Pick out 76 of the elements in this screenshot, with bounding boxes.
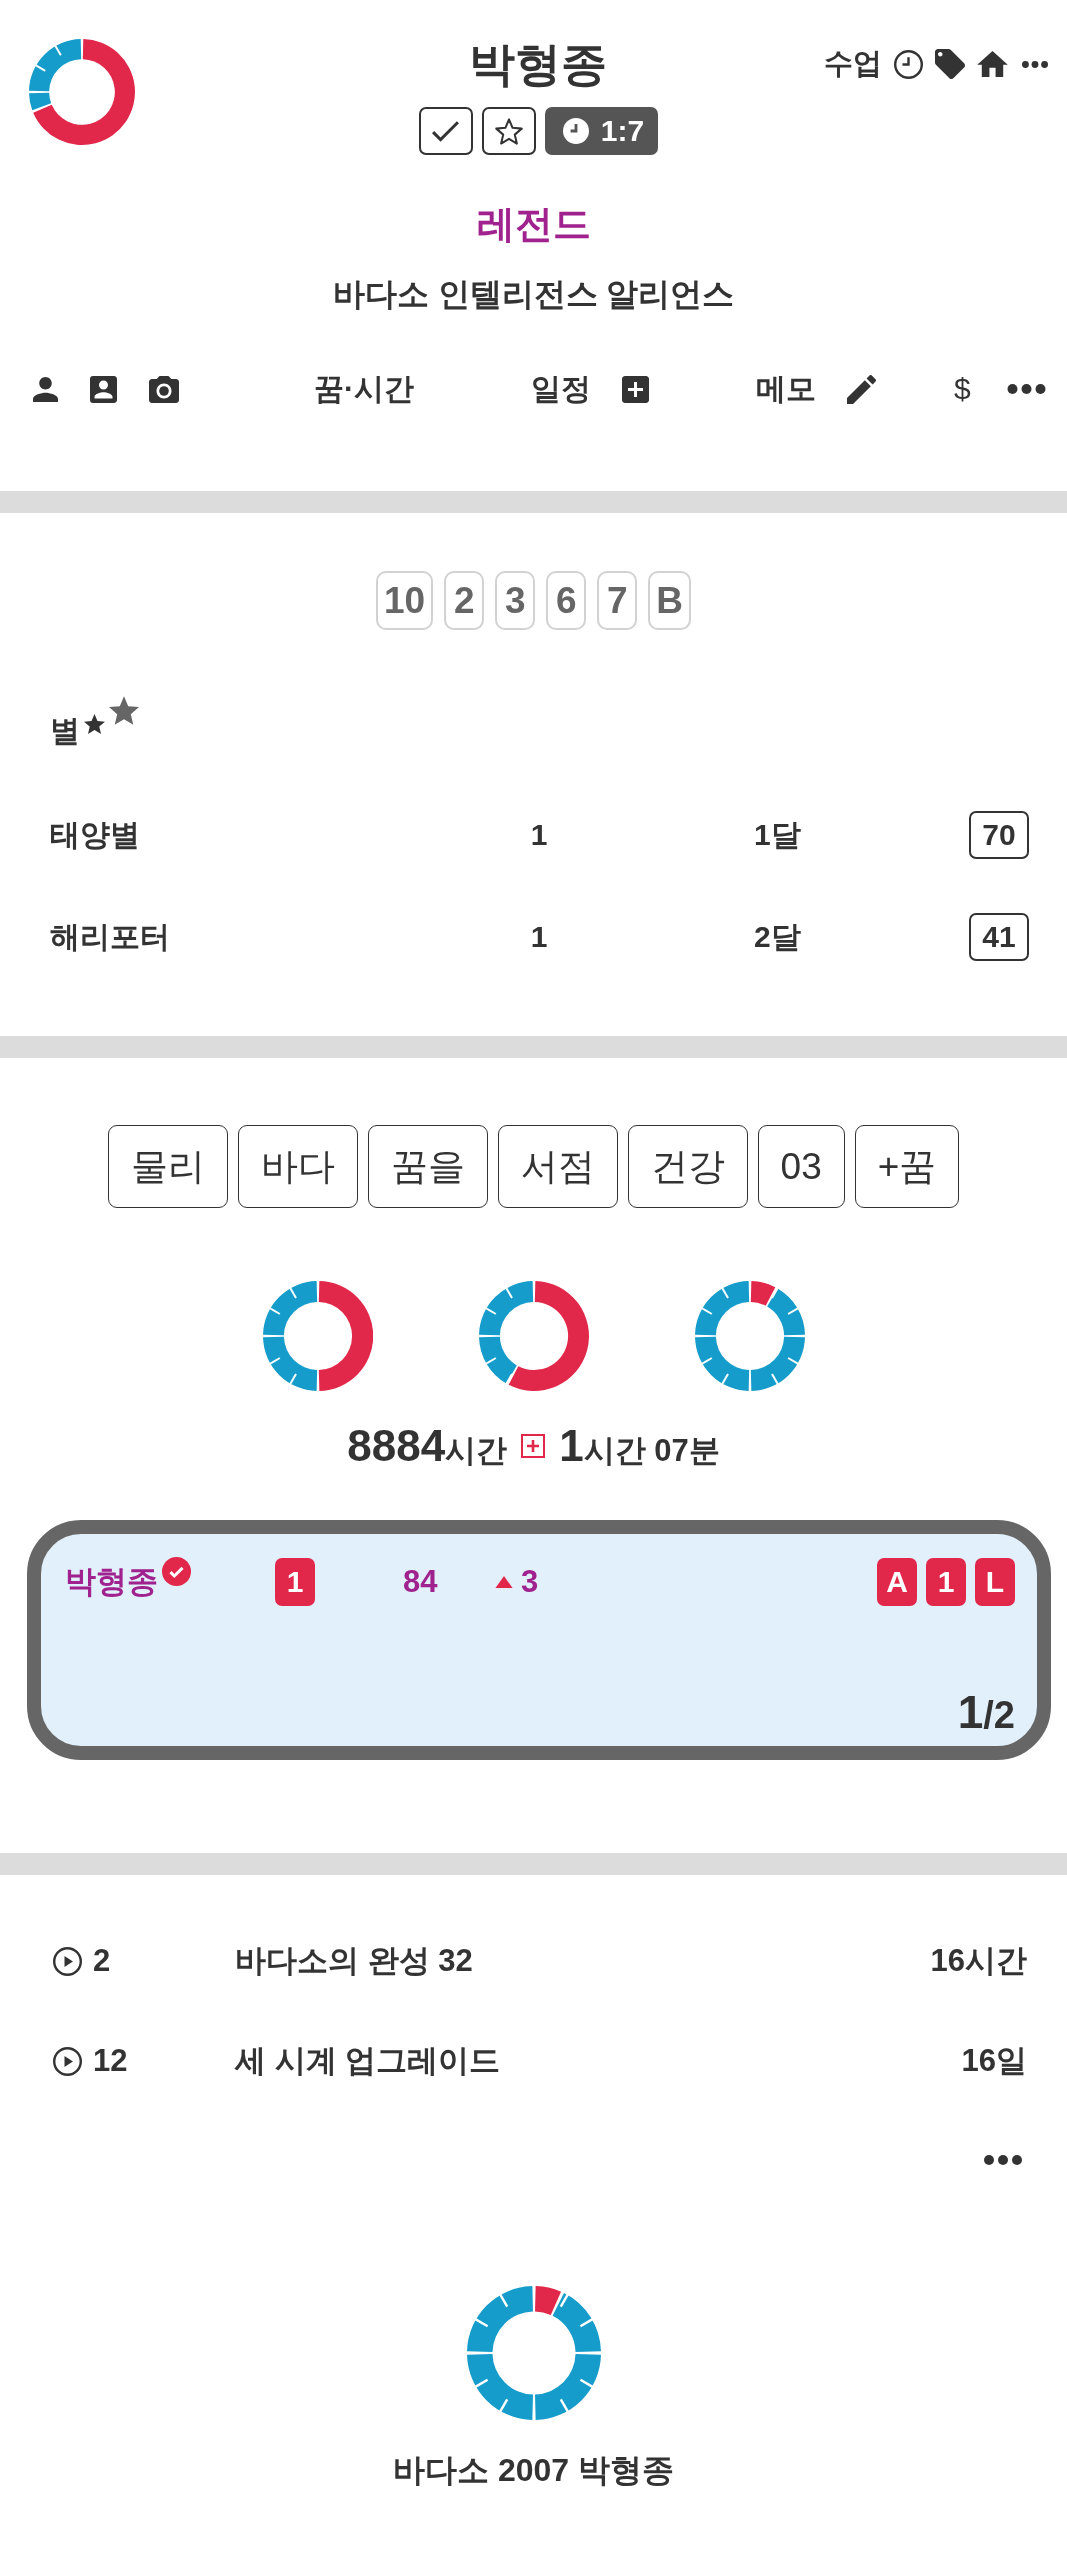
number-chip[interactable]: 10 (376, 571, 434, 630)
donut-slice (694, 1336, 749, 1391)
page-current: 1 (957, 1689, 984, 1735)
nav-link[interactable]: 일정 (531, 368, 591, 410)
grade-badge: A (877, 1558, 917, 1606)
number-chip[interactable]: 7 (597, 571, 638, 630)
star-period: 1달 (754, 816, 801, 853)
star-icon (84, 714, 105, 734)
session-number: 12 (93, 2043, 128, 2079)
alliance-name: 바다소 인텔리전스 알리언스 (332, 275, 735, 314)
tag-button[interactable]: 물리 (107, 1125, 228, 1208)
tag-button[interactable]: +꿈 (854, 1125, 960, 1208)
check-icon (432, 120, 460, 142)
profile-name: 박형종 (469, 37, 608, 92)
session-duration: 16시간 (930, 1942, 1027, 1980)
star-icon (109, 696, 139, 725)
check-button[interactable] (418, 107, 473, 155)
home-icon[interactable] (977, 51, 1008, 77)
hours-unit: 시간 (445, 1433, 508, 1470)
plus-square-icon (521, 1434, 546, 1458)
contact-card-icon[interactable] (90, 375, 117, 403)
grade-badge: L (975, 1558, 1015, 1606)
score-value: 70 (969, 811, 1029, 859)
number-chip[interactable]: 3 (495, 571, 536, 630)
added-time: 시간 07분 (583, 1433, 720, 1470)
member-score: 84 (403, 1564, 438, 1600)
currency-button[interactable]: $ (954, 372, 971, 406)
tag-button[interactable]: 서점 (497, 1125, 618, 1208)
nav-link[interactable]: 메모 (756, 368, 816, 410)
tag-button[interactable]: 꿈을 (367, 1125, 488, 1208)
more-icon[interactable] (1022, 60, 1048, 68)
tag-button[interactable]: 건강 (627, 1125, 748, 1208)
number-chip[interactable]: 2 (444, 571, 485, 630)
tag-button[interactable]: 바다 (237, 1125, 358, 1208)
added-hours: 1 (559, 1421, 584, 1471)
star-period: 2달 (754, 918, 801, 955)
more-icon[interactable] (984, 2155, 1022, 2165)
section-heading: 별 (50, 713, 80, 749)
session-duration: 16일 (961, 2042, 1027, 2080)
more-icon[interactable] (1007, 384, 1046, 394)
session-title: 바다소의 완성 32 (235, 1942, 473, 1980)
pencil-icon[interactable] (847, 374, 876, 404)
donut-slice (750, 1336, 805, 1391)
star-name: 해리포터 (50, 918, 170, 955)
clock-icon (562, 118, 589, 144)
rank-badge: 1 (275, 1558, 315, 1606)
plus-box-icon[interactable] (622, 375, 649, 403)
number-chip[interactable]: 6 (546, 571, 587, 630)
class-link[interactable]: 수업 (824, 44, 882, 84)
favorite-button[interactable] (481, 107, 536, 155)
grade-badge: 1 (926, 1558, 966, 1606)
donut-slice (466, 2354, 533, 2420)
rank-title: 레전드 (476, 202, 591, 247)
session-title: 세 시계 업그레이드 (235, 2042, 501, 2080)
number-chip[interactable]: B (648, 571, 691, 630)
tag-button[interactable]: 03 (757, 1125, 845, 1208)
footer-caption: 바다소 2007 박형종 (393, 2451, 674, 2490)
star-count: 1 (530, 818, 548, 852)
nav-link[interactable]: 꿈·시간 (314, 368, 414, 410)
score-change: 3 (521, 1564, 539, 1600)
page-total: /2 (983, 1696, 1015, 1734)
score-value: 41 (969, 913, 1029, 961)
camera-icon[interactable] (149, 375, 179, 403)
tag-icon[interactable] (935, 49, 965, 79)
total-hours: 8884 (347, 1421, 446, 1471)
star-count: 1 (530, 920, 548, 954)
clock-icon[interactable] (894, 49, 923, 79)
person-icon[interactable] (33, 376, 58, 402)
timer-button[interactable]: 1:7 (544, 107, 659, 155)
star-name: 태양별 (50, 816, 140, 853)
donut-slice (534, 2354, 601, 2420)
star-icon (494, 117, 523, 145)
play-circle-icon[interactable] (53, 1946, 82, 1976)
play-circle-icon[interactable] (53, 2046, 82, 2076)
member-name: 박형종 (65, 1563, 158, 1601)
session-number: 2 (93, 1943, 111, 1979)
